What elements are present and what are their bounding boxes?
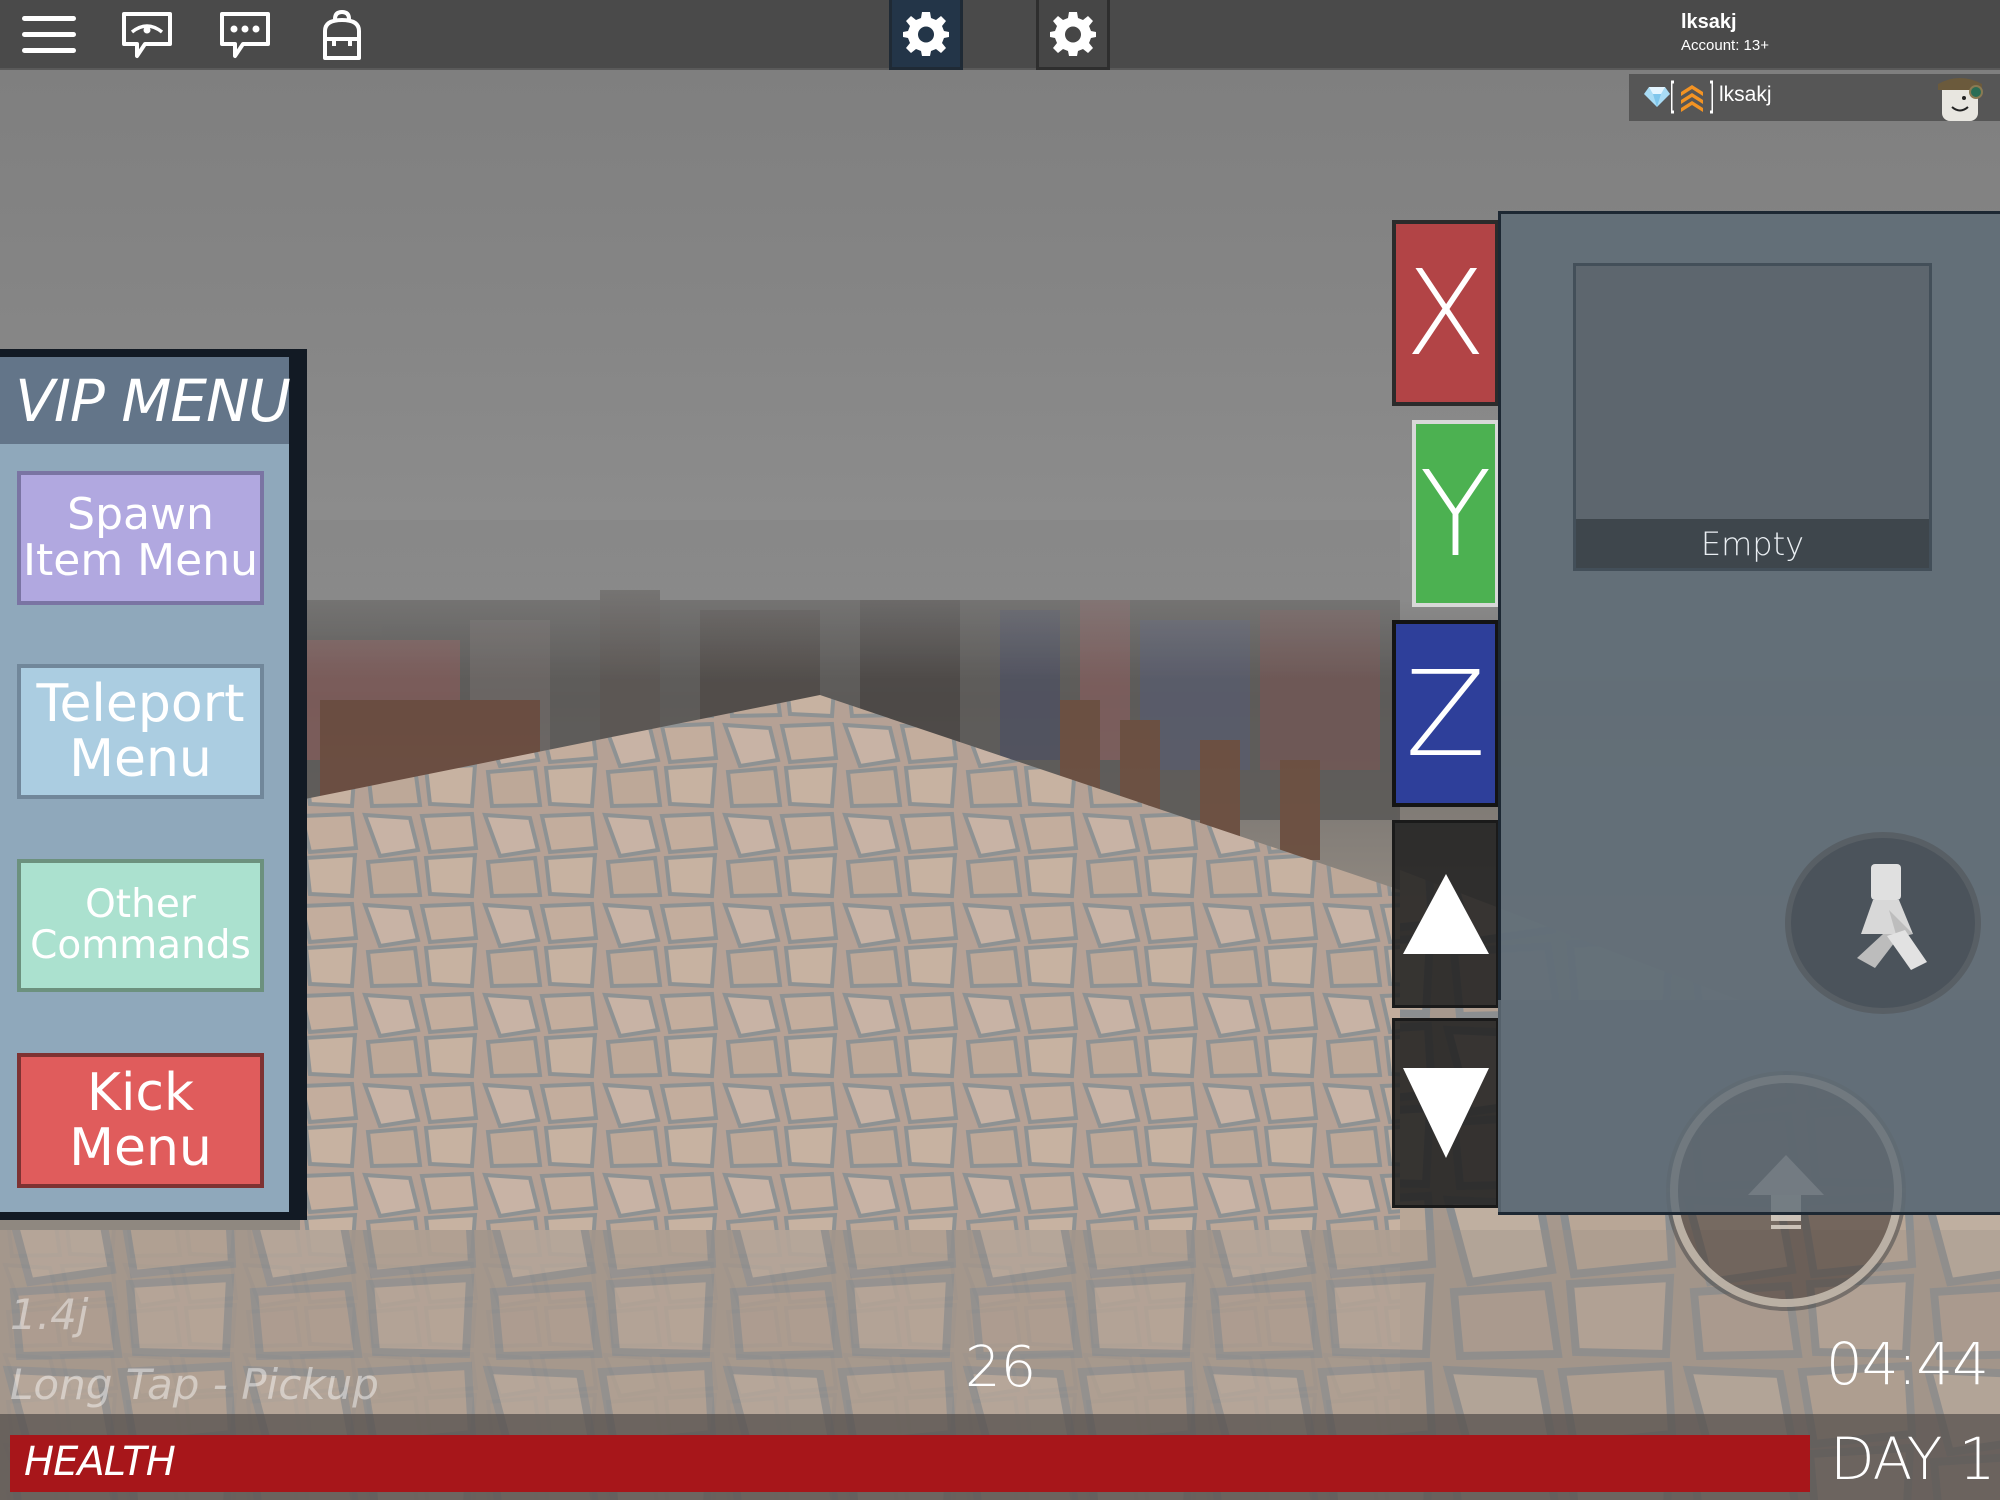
gear-icon [1050,11,1096,56]
button-label-line1: Spawn [67,488,214,540]
axis-z-button[interactable]: Z [1392,620,1499,807]
shift-lock-button[interactable] [1785,832,1981,1014]
version-label: 1.4j [10,1290,89,1339]
button-label-line1: Other [85,881,196,927]
teleport-menu-button[interactable]: Teleport Menu [17,664,264,799]
button-label-line2: Menu [69,1117,212,1178]
axis-y-button[interactable]: Y [1412,420,1499,607]
triangle-up-icon [1402,874,1489,954]
jump-button[interactable] [1670,1075,1902,1307]
player-list-row[interactable]: lksakj [1629,74,2000,121]
kick-menu-button[interactable]: Kick Menu [17,1053,264,1188]
button-label-line1: Teleport [36,673,245,734]
axis-y-label: Y [1419,444,1492,583]
button-label-line2: Commands [30,922,251,968]
triangle-down-icon [1402,1068,1489,1158]
top-bar: lksakj Account: 13+ [0,0,2000,70]
other-commands-button[interactable]: Other Commands [17,859,264,992]
menu-button[interactable] [14,6,84,64]
button-label-line1: Kick [86,1062,195,1123]
chat-icon [220,12,270,58]
backpack-button[interactable] [307,6,377,64]
inventory-slot-label: Empty [1576,519,1929,568]
arrow-up-icon [1748,1155,1824,1229]
pickup-hint: Long Tap - Pickup [10,1360,379,1409]
move-up-button[interactable] [1392,820,1499,1008]
account-username: lksakj [1681,11,1737,33]
axis-x-button[interactable]: X [1392,220,1499,406]
player-name: lksakj [1719,83,1772,106]
menu-icon [22,16,76,53]
premium-gem-icon [1644,87,1670,107]
button-label-line2: Menu [69,728,212,789]
clock-readout: 04:44 [1825,1330,1989,1398]
move-down-button[interactable] [1392,1018,1499,1208]
walking-figure-icon [1857,864,1927,970]
settings-gear-button-active[interactable] [889,0,963,70]
backpack-icon [323,9,361,60]
axis-z-label: Z [1405,644,1486,783]
health-label: HEALTH [24,1439,176,1485]
vip-menu-panel: VIP MENU Spawn Item Menu Teleport Menu Oth… [0,349,307,1220]
avatar-thumbnail [1938,78,1983,121]
account-info: lksakj Account: 13+ [1681,10,1769,56]
axis-x-label: X [1405,244,1486,382]
chat-visibility-button[interactable] [112,6,182,64]
inventory-slot[interactable]: Empty [1573,263,1932,571]
day-counter: DAY 1 [1830,1425,1996,1493]
chat-button[interactable] [210,6,280,64]
settings-gear-button[interactable] [1036,0,1110,70]
chat-visibility-icon [122,12,172,58]
button-label-line2: Item Menu [23,535,258,586]
inventory-panel: Empty [1498,211,2000,1215]
account-age-label: Account: 13+ [1681,37,1769,54]
health-bar-fill [10,1435,1810,1492]
spawn-item-menu-button[interactable]: Spawn Item Menu [17,471,264,605]
health-bar: HEALTH [10,1435,1810,1492]
gear-icon [903,11,949,56]
counter-readout: 26 [965,1335,1037,1400]
vip-menu-title: VIP MENU [0,357,291,444]
rank-chevrons-icon [1671,80,1713,114]
